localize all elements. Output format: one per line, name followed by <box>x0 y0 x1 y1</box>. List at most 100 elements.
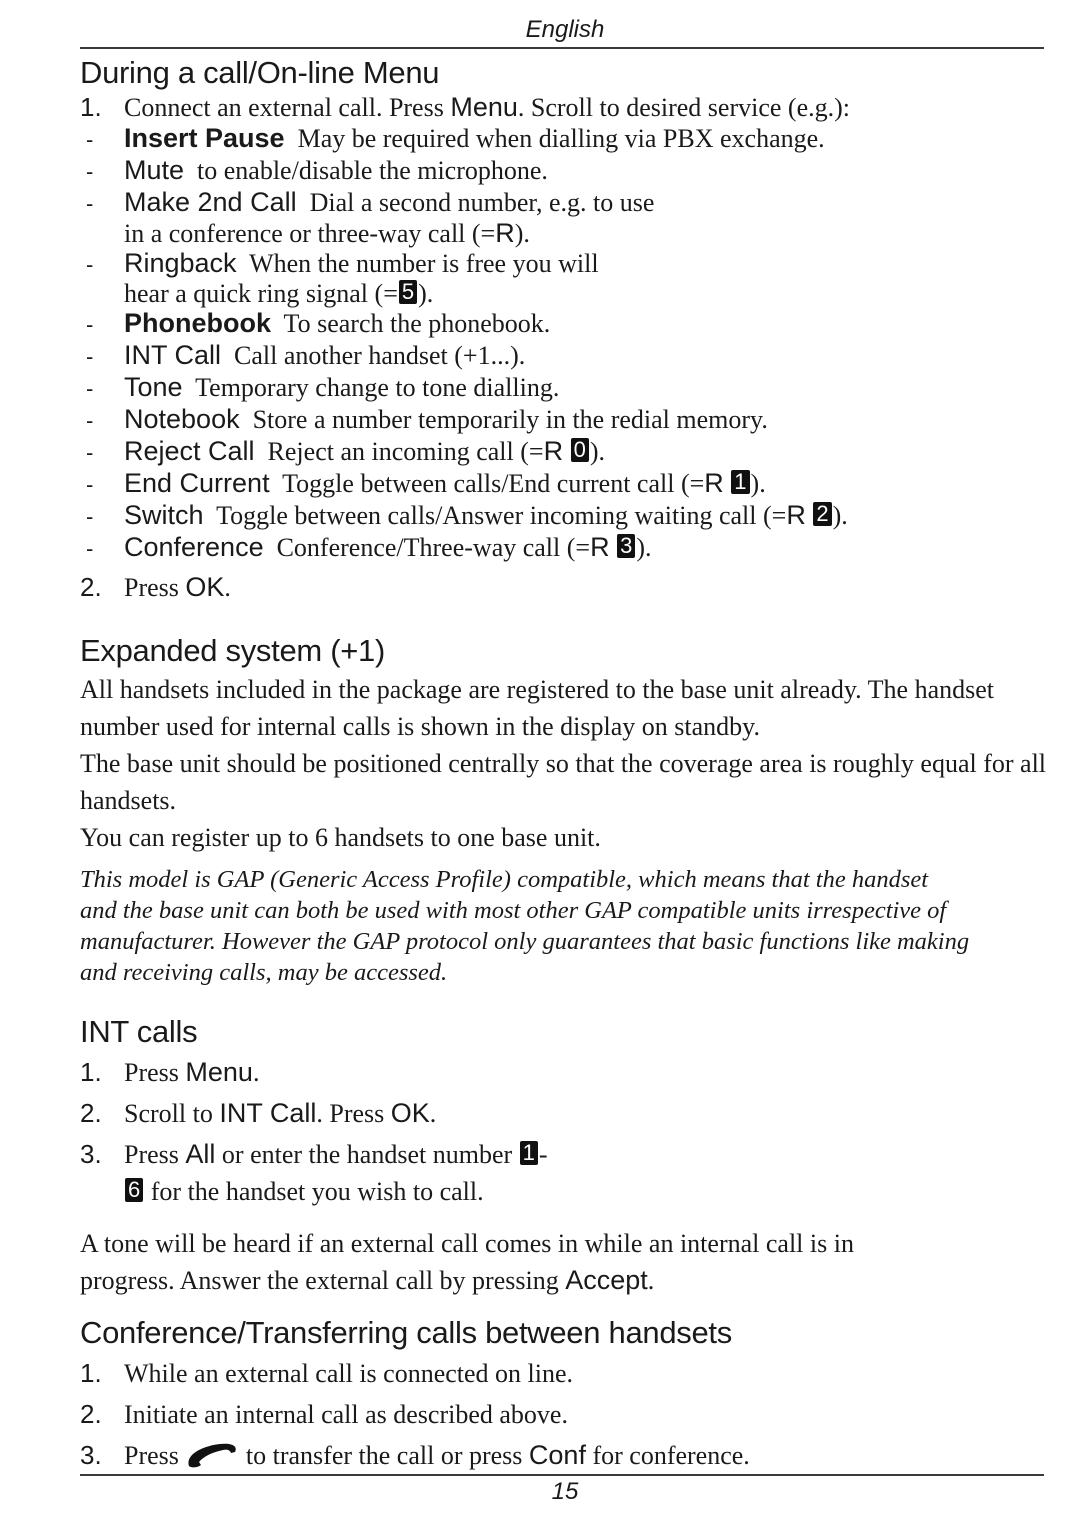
menu-item-label: Conference <box>124 532 264 562</box>
paragraph: You can register up to 6 handsets to one… <box>80 823 601 852</box>
all-key-label: All <box>185 1139 216 1169</box>
step-text: Initiate an internal call as described a… <box>124 1400 568 1429</box>
step-number: 2. <box>80 1098 102 1128</box>
menu-item-description: Conference/Three-way call (= <box>276 533 591 562</box>
menu-item-label: Reject Call <box>124 436 255 466</box>
menu-item-continuation: in a conference or three-way call (=R). <box>80 219 1050 248</box>
bullet-dash: - <box>86 408 94 433</box>
menu-item-label: Mute <box>124 155 185 185</box>
note-line: and the base unit can both be used with … <box>80 897 947 924</box>
bullet-dash: - <box>86 440 94 465</box>
menu-item-label: Tone <box>124 372 183 402</box>
punctuation: . <box>224 573 231 602</box>
step-1: 1. While an external call is connected on… <box>80 1353 1050 1394</box>
menu-item-description: To search the phonebook. <box>283 309 551 338</box>
menu-item-reject-call: - Reject Call Reject an incoming call (=R… <box>80 436 1050 468</box>
menu-item-label: End Current <box>124 468 270 498</box>
menu-item-description: When the number is free you will <box>249 249 599 278</box>
r-key-label: R <box>704 468 724 498</box>
note-line: manufacturer. However the GAP protocol o… <box>80 928 970 955</box>
menu-item-continuation: hear a quick ring signal (= 5). <box>80 280 1050 308</box>
gap-note: This model is GAP (Generic Access Profil… <box>80 864 1050 988</box>
step-text: Scroll to <box>124 1099 220 1128</box>
step-number: 2. <box>80 1399 102 1429</box>
bullet-dash: - <box>86 191 94 216</box>
bullet-dash: - <box>86 536 94 561</box>
menu-item-label: Switch <box>124 500 204 530</box>
step-number: 3. <box>80 1440 102 1470</box>
note-line: and receiving calls, may be accessed. <box>80 959 448 986</box>
menu-item-phonebook: - Phonebook To search the phonebook. <box>80 308 1050 340</box>
menu-item-make-2nd-call: - Make 2nd Call Dial a second number, e.g… <box>80 187 1050 219</box>
menu-item-description: May be required when dialling via PBX ex… <box>297 124 825 153</box>
step-3: 3. Press All or enter the handset number … <box>80 1134 1050 1175</box>
section-int-calls: INT calls 1. Press Menu. 2. Scroll to INT … <box>80 1012 1050 1299</box>
page-content: During a call/On-line Menu 1. Connect an … <box>80 52 1050 1476</box>
header-rule <box>80 47 1044 49</box>
external-call-note: A tone will be heard if an external call… <box>80 1225 1050 1299</box>
menu-item-description: ). <box>514 219 530 248</box>
step-text: for the handset you wish to call. <box>144 1177 484 1206</box>
punctuation: . <box>647 1266 655 1295</box>
menu-item-label: Phonebook <box>124 308 271 338</box>
step-3: 3. Press to transfer the call or press Co… <box>80 1435 1050 1476</box>
step-text: Press <box>124 1058 186 1087</box>
note-line: This model is GAP (Generic Access Profil… <box>80 866 929 893</box>
step-2: 2. Scroll to INT Call. Press OK. <box>80 1093 1050 1134</box>
menu-key-label: Menu <box>185 1057 253 1087</box>
key-0-icon: 0 <box>570 438 589 462</box>
menu-item-label: Insert Pause <box>124 123 285 153</box>
menu-item-description: Call another handset (+1...). <box>234 341 526 370</box>
ok-key-label: OK <box>390 1098 430 1128</box>
section-conference-transfer: Conference/Transferring calls between ha… <box>80 1313 1050 1476</box>
menu-item-description: ). <box>418 279 434 308</box>
paragraph-text: progress. Answer the external call by pr… <box>80 1266 566 1295</box>
step-2: 2. Initiate an internal call as described… <box>80 1394 1050 1435</box>
paragraph: progress. Answer the external call by pr… <box>80 1262 1050 1299</box>
step-1: 1. Connect an external call. Press Menu. … <box>80 92 1050 123</box>
punctuation: ). <box>589 437 605 466</box>
range-separator: - <box>538 1140 548 1169</box>
menu-key-label: Menu <box>450 92 518 122</box>
page-number: 15 <box>551 1478 579 1505</box>
punctuation: ). <box>750 469 766 498</box>
step-1: 1. Press Menu. <box>80 1052 1050 1093</box>
section-expanded-system: Expanded system (+1) All handsets includ… <box>80 631 1050 988</box>
menu-item-label: Ringback <box>124 248 237 278</box>
step-number: 1. <box>80 1057 102 1087</box>
menu-item-end-current: - End Current Toggle between calls/End cu… <box>80 468 1050 500</box>
step-text: Connect an external call. Press <box>124 93 451 122</box>
bullet-dash: - <box>86 127 94 152</box>
menu-item-description: Toggle between calls/End current call (= <box>282 469 705 498</box>
bullet-dash: - <box>86 504 94 529</box>
accept-key-label: Accept <box>565 1265 648 1295</box>
section-online-menu: During a call/On-line Menu 1. Connect an … <box>80 54 1050 603</box>
bullet-dash: - <box>86 312 94 337</box>
menu-item-description: Reject an incoming call (= <box>267 437 544 466</box>
bullet-dash: - <box>86 472 94 497</box>
menu-item-tone: - Tone Temporary change to tone dialling. <box>80 372 1050 404</box>
step-3-continuation: 6 for the handset you wish to call. <box>80 1175 1050 1209</box>
conf-key-label: Conf <box>528 1440 586 1470</box>
step-text: . Press <box>316 1099 391 1128</box>
key-1-icon: 1 <box>731 470 750 494</box>
step-text: While an external call is connected on l… <box>124 1359 574 1388</box>
key-3-icon: 3 <box>617 534 636 558</box>
menu-item-insert-pause: - Insert Pause May be required when diall… <box>80 123 1050 155</box>
step-number: 2. <box>80 572 102 602</box>
r-key-label: R <box>590 532 610 562</box>
step-2: 2. Press OK. <box>80 572 1050 603</box>
menu-item-description: in a conference or three-way call (= <box>124 219 496 248</box>
menu-item-description: Toggle between calls/Answer incoming wai… <box>216 501 787 530</box>
paragraph: All handsets included in the package are… <box>80 675 994 741</box>
step-text: or enter the handset number <box>215 1140 519 1169</box>
key-5-icon: 5 <box>398 280 418 304</box>
key-6-icon: 6 <box>125 1178 144 1202</box>
handset-icon <box>188 1443 237 1468</box>
menu-item-int-call: - INT Call Call another handset (+1...). <box>80 340 1050 372</box>
section-title: Conference/Transferring calls between ha… <box>80 1315 732 1350</box>
menu-item-mute: - Mute to enable/disable the microphone. <box>80 155 1050 187</box>
menu-item-ringback: - Ringback When the number is free you wi… <box>80 248 1050 280</box>
step-number: 1. <box>80 92 102 122</box>
ok-key-label: OK <box>185 572 225 602</box>
